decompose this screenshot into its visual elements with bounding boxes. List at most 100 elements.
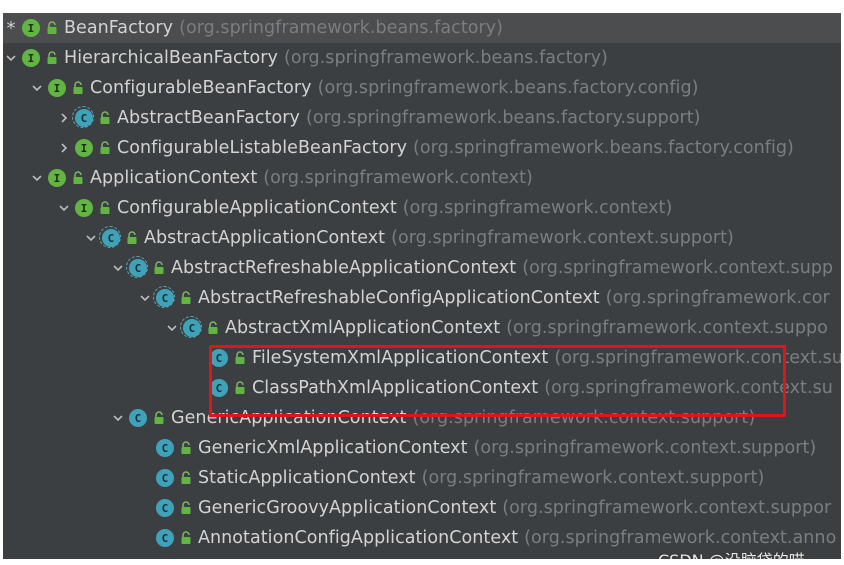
tree-row[interactable]: I HierarchicalBeanFactory (org.springframe… xyxy=(3,43,841,73)
type-name: ClassPathXmlApplicationContext xyxy=(252,378,539,398)
type-hierarchy-panel: * I BeanFactory (org.springframework.beans.… xyxy=(3,13,841,559)
row-icons: C xyxy=(156,433,196,463)
tree-row[interactable]: C AbstractBeanFactory (org.springframework… xyxy=(3,103,841,133)
class-icon: C xyxy=(129,409,147,427)
type-name: BeanFactory xyxy=(64,18,174,38)
tree-row[interactable]: C GenericApplicationContext (org.springfra… xyxy=(3,403,841,433)
chevron-down-icon[interactable] xyxy=(29,73,45,103)
public-access-icon xyxy=(153,261,165,275)
package-name: (org.springframework.context.suppor xyxy=(502,498,832,518)
type-name: AbstractApplicationContext xyxy=(144,228,386,248)
class-icon: C xyxy=(156,439,174,457)
class-icon: C xyxy=(156,469,174,487)
row-icons: C xyxy=(156,523,196,553)
tree-row[interactable]: C StaticApplicationContext (org.springfram… xyxy=(3,463,841,493)
row-icons: C xyxy=(180,313,223,343)
public-access-icon xyxy=(234,381,246,395)
chevron-down-icon[interactable] xyxy=(83,223,99,253)
chevron-down-icon[interactable] xyxy=(110,403,126,433)
watermark: CSDN @没脑袋的喵 xyxy=(658,547,805,559)
row-icons: C xyxy=(156,463,196,493)
interface-icon: I xyxy=(22,49,40,67)
row-icons: C xyxy=(153,283,196,313)
package-name: (org.springframework.beans.factory) xyxy=(283,48,608,68)
abstract-class-icon: C xyxy=(72,106,94,128)
type-name: FileSystemXmlApplicationContext xyxy=(252,348,549,368)
class-icon: C xyxy=(156,529,174,547)
package-name: (org.springframework.context.anno xyxy=(524,528,837,548)
package-name: (org.springframework.beans.factory) xyxy=(179,18,504,38)
public-access-icon xyxy=(180,441,192,455)
tree-row[interactable]: I ConfigurableListableBeanFactory (org.spr… xyxy=(3,133,841,163)
package-name: (org.springframework.beans.factory.confi… xyxy=(317,78,699,98)
package-name: (org.springframework.context) xyxy=(402,198,673,218)
row-icons: I xyxy=(22,43,62,73)
type-name: GenericGroovyApplicationContext xyxy=(198,498,497,518)
row-icons: C xyxy=(129,403,169,433)
class-icon: C xyxy=(156,499,174,517)
chevron-down-icon[interactable] xyxy=(137,283,153,313)
chevron-right-icon[interactable] xyxy=(56,133,72,163)
row-icons: C xyxy=(210,343,250,373)
public-access-icon xyxy=(180,531,192,545)
tree-row[interactable]: C FileSystemXmlApplicationContext (org.spr… xyxy=(3,343,841,373)
tree-row[interactable]: C GenericXmlApplicationContext (org.spring… xyxy=(3,433,841,463)
tree-row[interactable]: I ConfigurableApplicationContext (org.spri… xyxy=(3,193,841,223)
chevron-down-icon[interactable] xyxy=(110,253,126,283)
tree-row[interactable]: C GenericGroovyApplicationContext (org.spr… xyxy=(3,493,841,523)
focus-star-icon: * xyxy=(6,17,16,39)
interface-icon: I xyxy=(75,139,93,157)
type-name: AbstractRefreshableApplicationContext xyxy=(171,258,517,278)
tree-row[interactable]: C AbstractXmlApplicationContext (org.sprin… xyxy=(3,313,841,343)
type-name: AnnotationConfigApplicationContext xyxy=(198,528,519,548)
public-access-icon xyxy=(207,321,219,335)
type-name: ConfigurableApplicationContext xyxy=(117,198,397,218)
tree-row[interactable]: I ApplicationContext (org.springframework.… xyxy=(3,163,841,193)
tree-row[interactable]: I ConfigurableBeanFactory (org.springframe… xyxy=(3,73,841,103)
row-icons: I xyxy=(75,133,115,163)
type-name: AbstractXmlApplicationContext xyxy=(225,318,501,338)
chevron-down-icon[interactable] xyxy=(3,43,19,73)
public-access-icon xyxy=(46,51,58,65)
chevron-down-icon[interactable] xyxy=(56,193,72,223)
abstract-class-icon: C xyxy=(180,316,202,338)
package-name: (org.springframework.beans.factory.confi… xyxy=(413,138,794,158)
class-icon: C xyxy=(210,349,228,367)
row-icons: C xyxy=(99,223,142,253)
chevron-down-icon[interactable] xyxy=(29,163,45,193)
tree-row[interactable]: C ClassPathXmlApplicationContext (org.spri… xyxy=(3,373,841,403)
package-name: (org.springframework.context.support) xyxy=(473,438,817,458)
interface-icon: I xyxy=(75,199,93,217)
chevron-down-icon[interactable] xyxy=(164,313,180,343)
public-access-icon xyxy=(99,201,111,215)
public-access-icon xyxy=(46,21,58,35)
package-name: (org.springframework.context.supp xyxy=(522,258,834,278)
class-icon: C xyxy=(210,379,228,397)
tree-row[interactable]: * I BeanFactory (org.springframework.beans.… xyxy=(3,13,841,43)
public-access-icon xyxy=(126,231,138,245)
public-access-icon xyxy=(99,111,111,125)
type-name: ConfigurableBeanFactory xyxy=(90,78,312,98)
row-icons: C xyxy=(156,493,196,523)
public-access-icon xyxy=(72,81,84,95)
abstract-class-icon: C xyxy=(153,286,175,308)
tree-row[interactable]: C AbstractRefreshableApplicationContext (o… xyxy=(3,253,841,283)
row-icons: I xyxy=(22,13,62,43)
package-name: (org.springframework.context.support) xyxy=(391,228,734,248)
type-name: ApplicationContext xyxy=(90,168,258,188)
tree-row[interactable]: C AbstractApplicationContext (org.springfr… xyxy=(3,223,841,253)
chevron-right-icon[interactable] xyxy=(56,103,72,133)
type-name: StaticApplicationContext xyxy=(198,468,416,488)
package-name: (org.springframework.context) xyxy=(263,168,533,188)
tree-row[interactable]: C AbstractRefreshableConfigApplicationCon… xyxy=(3,283,841,313)
public-access-icon xyxy=(99,141,111,155)
package-name: (org.springframework.beans.factory.suppo… xyxy=(305,108,701,128)
public-access-icon xyxy=(72,171,84,185)
row-icons: I xyxy=(48,73,88,103)
row-icons: C xyxy=(126,253,169,283)
